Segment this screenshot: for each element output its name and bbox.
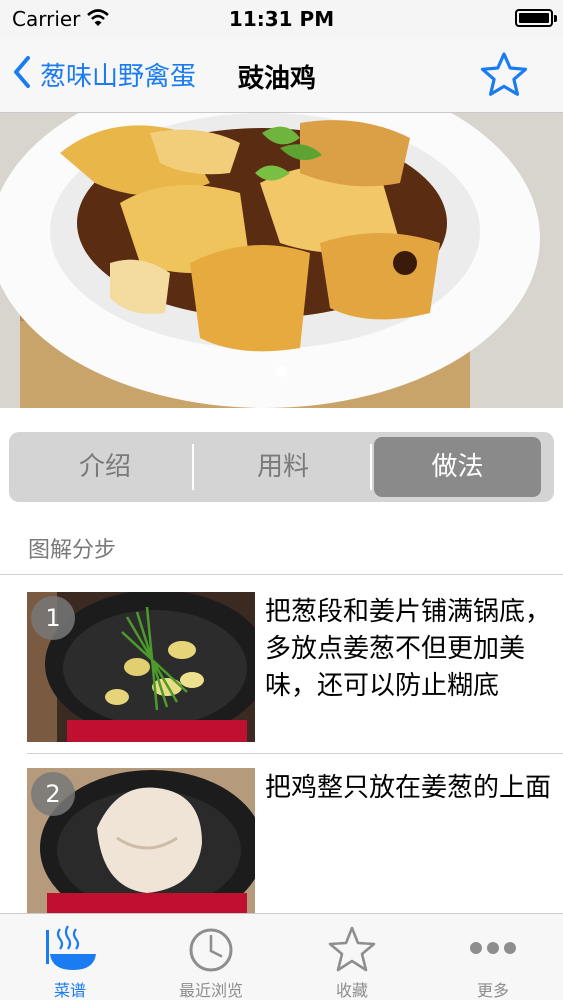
back-button-label: 葱味山野禽蛋 — [40, 61, 197, 92]
segmented-control: 介绍 用料 做法 — [9, 432, 554, 502]
segment-divider — [192, 444, 194, 490]
tab-bar: 菜谱 最近浏览 收藏 更多 — [0, 913, 563, 1000]
more-icon — [423, 924, 563, 974]
clock-icon — [141, 924, 281, 974]
back-button[interactable]: 葱味山野禽蛋 — [12, 54, 196, 94]
tab-favorites[interactable]: 收藏 — [282, 914, 422, 1001]
page-indicator — [0, 362, 563, 381]
navigation-bar: 葱味山野禽蛋 豉油鸡 — [0, 38, 563, 113]
page-indicator-dot — [276, 366, 287, 377]
segment-divider — [370, 444, 372, 490]
step-number-badge: 1 — [31, 596, 75, 640]
tab-label: 收藏 — [335, 981, 368, 1000]
divider — [27, 753, 563, 754]
status-bar: Carrier 11:31 PM — [0, 0, 563, 38]
clock-time: 11:31 PM — [228, 7, 335, 31]
step-number-badge: 2 — [31, 772, 75, 816]
divider — [0, 574, 563, 575]
step-row[interactable]: 1 把葱段和姜片铺满锅底，多放点姜葱不但更加美味，还可以防止糊底 — [0, 592, 563, 742]
step-row[interactable]: 2 把鸡整只放在姜葱的上面 — [0, 768, 563, 913]
page-title: 豉油鸡 — [238, 64, 317, 94]
segment-method[interactable]: 做法 — [374, 437, 541, 497]
tab-label: 更多 — [476, 981, 509, 1000]
step-image: 1 — [27, 592, 255, 742]
tab-label: 菜谱 — [53, 981, 86, 1000]
bowl-icon — [0, 924, 140, 974]
favorite-button[interactable] — [478, 50, 530, 100]
battery-icon — [515, 9, 557, 27]
step-image: 2 — [27, 768, 255, 913]
tab-label: 最近浏览 — [178, 981, 243, 1000]
tab-recent[interactable]: 最近浏览 — [141, 914, 281, 1001]
segment-intro[interactable]: 介绍 — [17, 437, 193, 497]
chevron-left-icon — [12, 55, 32, 93]
step-description: 把葱段和姜片铺满锅底，多放点姜葱不但更加美味，还可以防止糊底 — [265, 597, 552, 701]
step-description: 把鸡整只放在姜葱的上面 — [265, 773, 552, 803]
star-icon — [282, 924, 422, 974]
tab-more[interactable]: 更多 — [423, 914, 563, 1001]
tab-recipes[interactable]: 菜谱 — [0, 914, 140, 1001]
segment-ingredients[interactable]: 用料 — [195, 437, 371, 497]
section-title: 图解分步 — [28, 538, 117, 563]
star-icon — [478, 52, 530, 104]
